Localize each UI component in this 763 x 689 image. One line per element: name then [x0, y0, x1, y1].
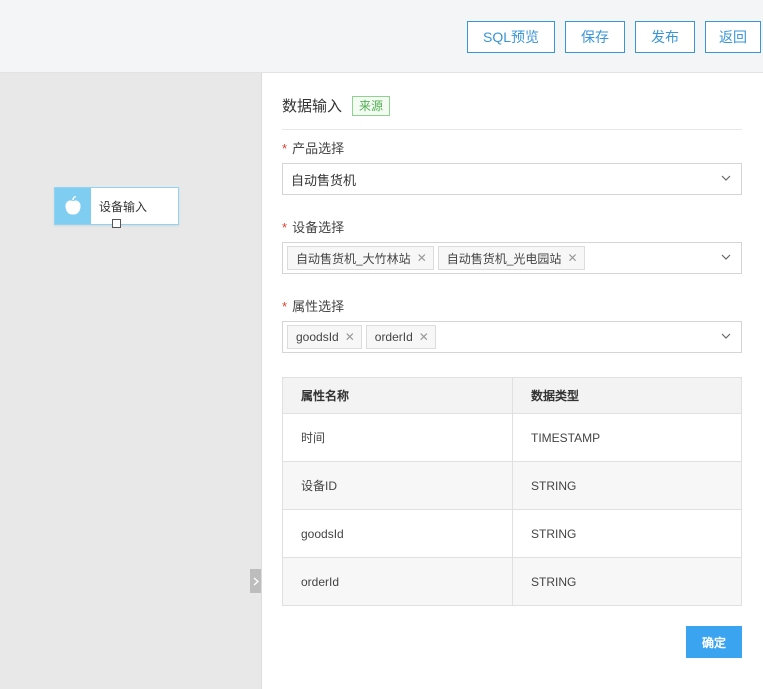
device-select-label: * 设备选择	[282, 217, 344, 236]
chip-label: 自动售货机_大竹林站	[296, 251, 411, 266]
required-mark: *	[282, 299, 288, 314]
chevron-down-icon	[721, 254, 731, 260]
column-header-data-type: 数据类型	[512, 377, 742, 414]
table-row: goodsId STRING	[282, 509, 742, 558]
confirm-button[interactable]: 确定	[686, 626, 742, 658]
attribute-select-label: * 属性选择	[282, 296, 344, 315]
data-type-cell: TIMESTAMP	[512, 413, 742, 462]
flow-canvas[interactable]: 设备输入	[0, 73, 261, 689]
table-header-row: 属性名称 数据类型	[282, 377, 742, 414]
table-row: 时间 TIMESTAMP	[282, 413, 742, 462]
attribute-select[interactable]: goodsId ✕ orderId ✕	[282, 321, 742, 353]
attribute-table: 属性名称 数据类型 时间 TIMESTAMP 设备ID STRING goods…	[282, 377, 742, 606]
device-select[interactable]: 自动售货机_大竹林站 ✕ 自动售货机_光电园站 ✕	[282, 242, 742, 274]
attribute-chip: orderId ✕	[365, 325, 436, 349]
data-type-cell: STRING	[512, 557, 742, 606]
data-type-cell: STRING	[512, 461, 742, 510]
attr-name-cell: orderId	[282, 557, 513, 606]
required-mark: *	[282, 141, 288, 156]
chevron-down-icon	[721, 333, 731, 339]
panel-header: 数据输入 来源	[282, 95, 391, 116]
chevron-right-icon	[253, 576, 259, 586]
required-mark: *	[282, 220, 288, 235]
attribute-chip: goodsId ✕	[287, 325, 362, 349]
panel-collapse-handle[interactable]	[250, 569, 261, 593]
top-toolbar: SQL预览 保存 发布 返回	[0, 0, 763, 73]
chip-label: orderId	[374, 330, 413, 344]
table-row: orderId STRING	[282, 557, 742, 606]
header-divider	[282, 129, 742, 130]
back-button[interactable]: 返回	[705, 21, 761, 53]
product-select[interactable]: 自动售货机	[282, 163, 742, 195]
product-label-text: 产品选择	[292, 141, 345, 156]
panel-title: 数据输入	[282, 98, 343, 115]
source-badge: 来源	[352, 95, 391, 116]
attr-name-cell: 时间	[282, 413, 513, 462]
close-icon[interactable]: ✕	[417, 251, 427, 265]
device-label-text: 设备选择	[292, 220, 345, 235]
close-icon[interactable]: ✕	[345, 330, 355, 344]
data-type-cell: STRING	[512, 509, 742, 558]
publish-button[interactable]: 发布	[635, 21, 695, 53]
close-icon[interactable]: ✕	[419, 330, 429, 344]
chip-label: goodsId	[296, 330, 339, 344]
attribute-label-text: 属性选择	[292, 299, 345, 314]
attr-name-cell: 设备ID	[282, 461, 513, 510]
save-button[interactable]: 保存	[565, 21, 625, 53]
product-select-value: 自动售货机	[291, 172, 357, 188]
table-row: 设备ID STRING	[282, 461, 742, 510]
close-icon[interactable]: ✕	[567, 251, 577, 265]
attr-name-cell: goodsId	[282, 509, 513, 558]
config-panel: 数据输入 来源 * 产品选择 自动售货机 * 设备选择 自动售货机_大竹林站 ✕ 自…	[261, 73, 763, 689]
sql-preview-button[interactable]: SQL预览	[467, 21, 555, 53]
apple-icon	[55, 188, 91, 224]
node-output-port[interactable]	[112, 219, 121, 228]
chip-label: 自动售货机_光电园站	[446, 251, 562, 266]
column-header-attr-name: 属性名称	[282, 377, 513, 414]
node-label: 设备输入	[99, 199, 148, 214]
device-input-node[interactable]: 设备输入	[54, 187, 179, 228]
chevron-down-icon	[721, 175, 731, 181]
device-chip: 自动售货机_光电园站 ✕	[437, 246, 585, 270]
device-chip: 自动售货机_大竹林站 ✕	[287, 246, 434, 270]
product-select-label: * 产品选择	[282, 138, 344, 157]
